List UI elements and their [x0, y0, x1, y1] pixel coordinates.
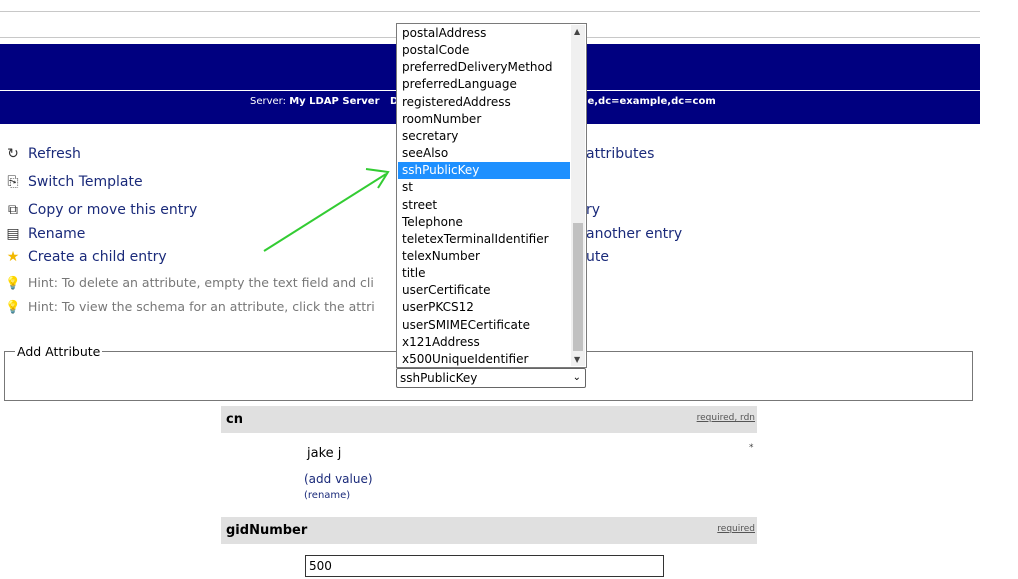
- dropdown-option[interactable]: preferredDeliveryMethod: [398, 59, 570, 76]
- dropdown-option[interactable]: seeAlso: [398, 145, 570, 162]
- dropdown-option[interactable]: teletexTerminalIdentifier: [398, 231, 570, 248]
- dropdown-option[interactable]: st: [398, 179, 570, 196]
- dropdown-option[interactable]: registeredAddress: [398, 94, 570, 111]
- dropdown-option[interactable]: postalCode: [398, 42, 570, 59]
- dropdown-option[interactable]: title: [398, 265, 570, 282]
- dropdown-option[interactable]: street: [398, 197, 570, 214]
- dropdown-option[interactable]: telexNumber: [398, 248, 570, 265]
- dropdown-option[interactable]: Telephone: [398, 214, 570, 231]
- dropdown-option[interactable]: x121Address: [398, 334, 570, 351]
- dropdown-scrollbar[interactable]: ▲ ▼: [571, 25, 585, 366]
- dropdown-option[interactable]: userCertificate: [398, 282, 570, 299]
- dropdown-option[interactable]: postalAddress: [398, 25, 570, 42]
- attribute-dropdown-list[interactable]: postalAddress postalCode preferredDelivery…: [396, 23, 587, 368]
- scrollbar-thumb[interactable]: [573, 223, 583, 351]
- dropdown-option[interactable]: userSMIMECertificate: [398, 317, 570, 334]
- dropdown-option[interactable]: x500UniqueIdentifier: [398, 351, 570, 367]
- dropdown-option[interactable]: roomNumber: [398, 111, 570, 128]
- scroll-down-icon[interactable]: ▼: [574, 355, 580, 364]
- dropdown-option[interactable]: userPKCS12: [398, 299, 570, 316]
- dropdown-option[interactable]: sshPublicKey: [398, 162, 570, 180]
- dropdown-option[interactable]: preferredLanguage: [398, 76, 570, 93]
- dropdown-option[interactable]: secretary: [398, 128, 570, 145]
- scroll-up-icon[interactable]: ▲: [574, 27, 580, 36]
